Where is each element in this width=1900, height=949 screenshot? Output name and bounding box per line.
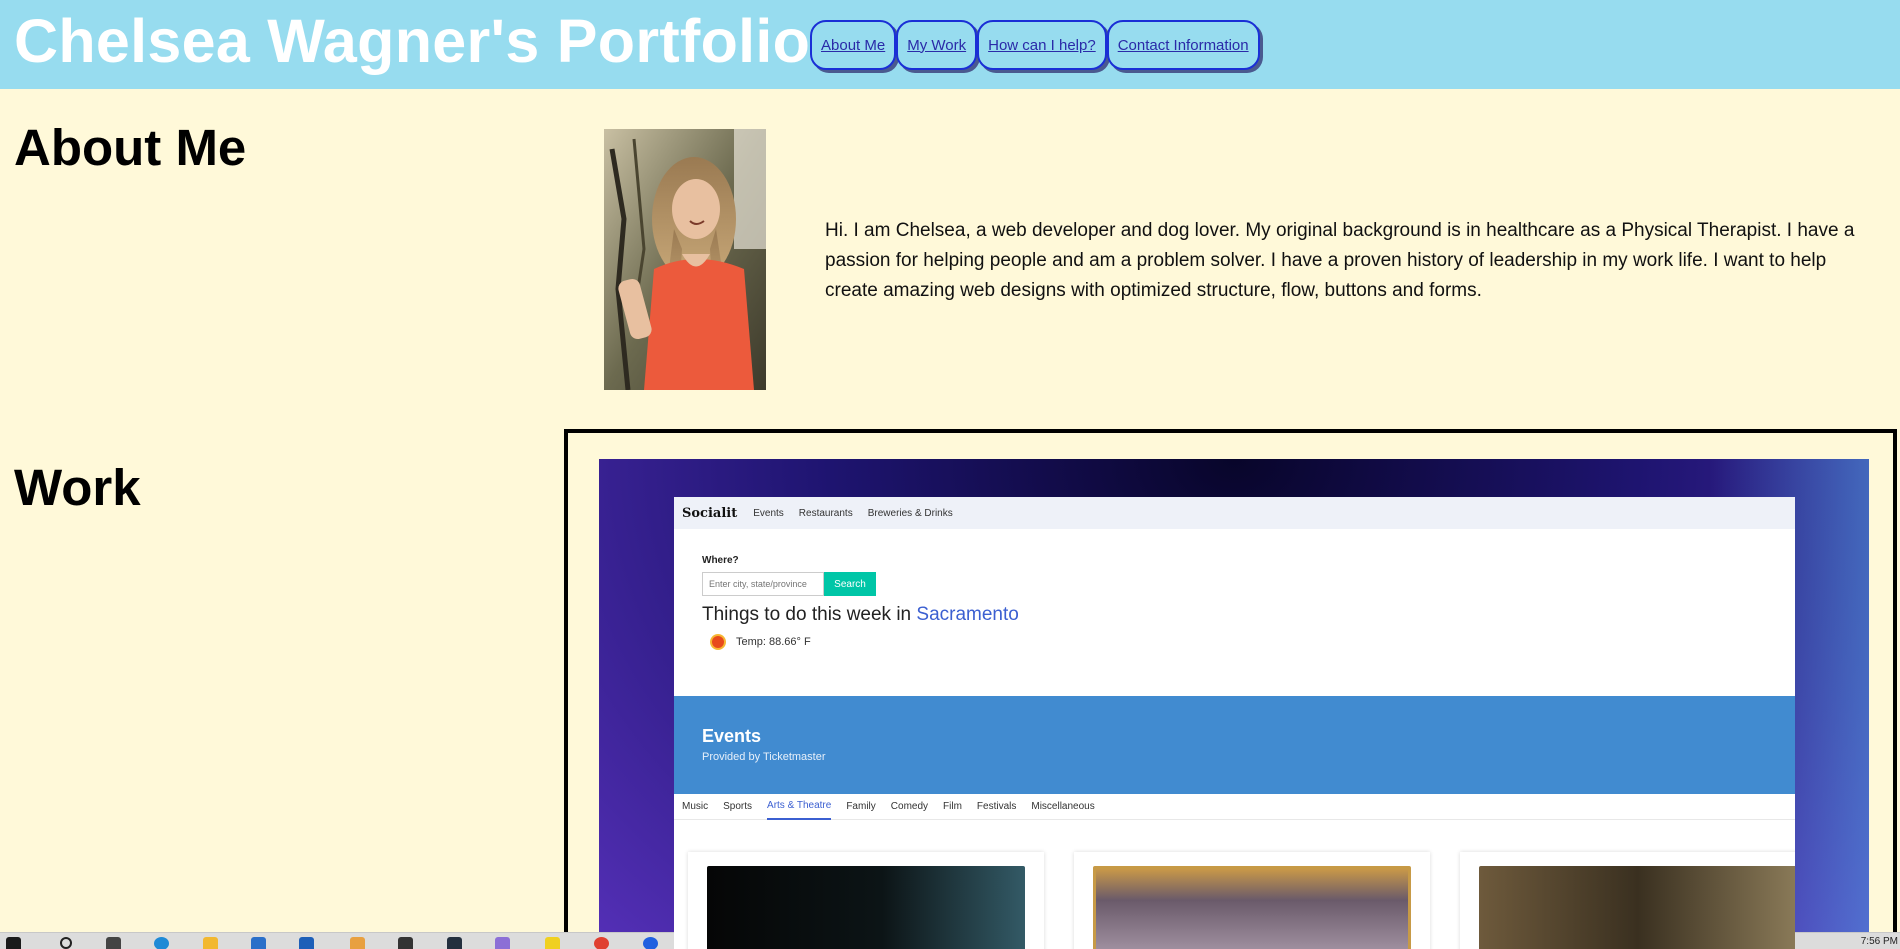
app-search-section: Where? Search Things to do this week in … (702, 555, 1019, 648)
project-screenshot[interactable]: Socialit Events Restaurants Breweries & … (599, 459, 1869, 949)
app-icon[interactable] (495, 937, 510, 949)
amazon-icon[interactable] (447, 937, 462, 949)
city-name: Sacramento (916, 604, 1019, 625)
site-header: Chelsea Wagner's Portfolio About Me My W… (0, 0, 1900, 89)
tab-comedy: Comedy (890, 801, 929, 812)
events-banner: Events Provided by Ticketmaster (674, 696, 1795, 794)
socialit-logo: Socialit (682, 505, 738, 521)
work-showcase-frame: Socialit Events Restaurants Breweries & … (564, 429, 1897, 949)
edge-icon[interactable] (154, 937, 169, 949)
socialit-app-preview: Socialit Events Restaurants Breweries & … (674, 497, 1795, 949)
nav-about-me-button[interactable]: About Me (810, 20, 897, 70)
site-title: Chelsea Wagner's Portfolio (14, 7, 811, 75)
taskbar-clock: 7:56 PM (1860, 936, 1898, 947)
photos-icon[interactable] (350, 937, 365, 949)
nav-contact-information-button[interactable]: Contact Information (1106, 20, 1260, 70)
things-heading-prefix: Things to do this week in (702, 604, 912, 625)
task-view-icon[interactable] (106, 937, 121, 949)
store-icon[interactable] (251, 937, 266, 949)
event-card (1460, 852, 1795, 949)
search-icon[interactable] (60, 937, 72, 949)
event-card-image (1093, 866, 1411, 949)
mail-icon[interactable] (299, 937, 314, 949)
messenger-icon[interactable] (643, 937, 658, 949)
nav-my-work-button[interactable]: My Work (896, 20, 978, 70)
tab-film: Film (943, 801, 962, 812)
events-subtitle: Provided by Ticketmaster (702, 751, 826, 763)
about-heading: About Me (14, 119, 247, 176)
tab-miscellaneous: Miscellaneous (1031, 801, 1095, 812)
app-search-row: Search (702, 572, 1019, 596)
app-nav-restaurants: Restaurants (798, 507, 853, 519)
chrome-icon[interactable] (594, 937, 609, 949)
event-card-image (1479, 866, 1795, 949)
tab-family: Family (846, 801, 876, 812)
app-nav-breweries: Breweries & Drinks (867, 507, 953, 519)
events-title: Events (702, 726, 762, 746)
sticky-notes-icon[interactable] (545, 937, 560, 949)
things-to-do-heading: Things to do this week in Sacramento (702, 604, 1019, 626)
file-explorer-icon[interactable] (203, 937, 218, 949)
where-label: Where? (702, 555, 739, 566)
app-nav-events: Events (753, 507, 784, 519)
profile-photo-image (604, 129, 766, 390)
tab-festivals: Festivals (976, 801, 1017, 812)
temperature-readout: Temp: 88.66° F (702, 636, 1019, 648)
event-card (1074, 852, 1430, 949)
tab-arts-theatre: Arts & Theatre (767, 794, 832, 820)
profile-photo (604, 129, 766, 390)
app-navbar: Socialit Events Restaurants Breweries & … (674, 497, 1795, 529)
event-card-image (707, 866, 1025, 949)
event-category-tabs: Music Sports Arts & Theatre Family Comed… (674, 794, 1795, 820)
about-description: Hi. I am Chelsea, a web developer and do… (825, 220, 1855, 301)
work-heading: Work (14, 459, 141, 516)
nav-how-can-i-help-button[interactable]: How can I help? (977, 20, 1107, 70)
dropbox-icon[interactable] (398, 937, 413, 949)
sun-icon (712, 636, 724, 648)
tab-music: Music (682, 801, 709, 812)
event-card (688, 852, 1044, 949)
app-search-input (702, 572, 824, 596)
temperature-text: Temp: 88.66° F (736, 636, 811, 648)
event-cards (688, 852, 1795, 949)
app-search-button: Search (824, 572, 876, 596)
tab-sports: Sports (723, 801, 753, 812)
main-nav: About Me My Work How can I help? Contact… (810, 20, 1260, 70)
start-icon[interactable] (6, 937, 21, 949)
